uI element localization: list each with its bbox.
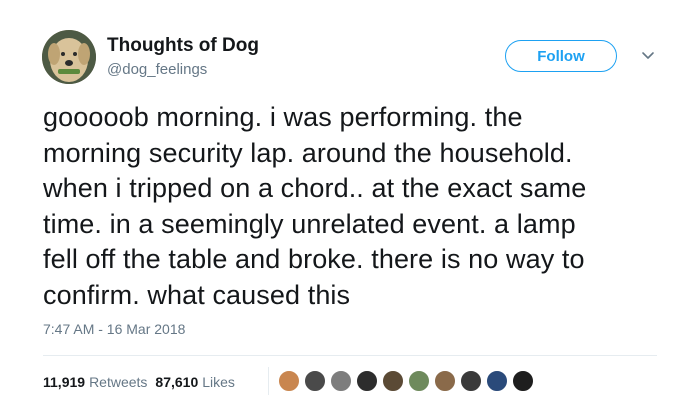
liker-avatar[interactable]	[330, 370, 352, 392]
liker-avatar[interactable]	[512, 370, 534, 392]
liker-avatar[interactable]	[382, 370, 404, 392]
tweet-stats: 11,919 Retweets 87,610 Likes	[43, 374, 243, 390]
liker-avatar[interactable]	[304, 370, 326, 392]
dog-avatar[interactable]	[42, 30, 96, 84]
like-stat[interactable]: 87,610 Likes	[155, 374, 235, 390]
like-label: Likes	[202, 374, 235, 390]
display-name[interactable]: Thoughts of Dog	[107, 35, 259, 57]
user-handle[interactable]: @dog_feelings	[107, 61, 207, 78]
liker-avatar[interactable]	[356, 370, 378, 392]
liker-avatar[interactable]	[278, 370, 300, 392]
chevron-down-icon[interactable]	[640, 48, 656, 64]
liker-avatar[interactable]	[434, 370, 456, 392]
stats-separator	[268, 367, 269, 395]
liker-avatar[interactable]	[460, 370, 482, 392]
retweet-count: 11,919	[43, 374, 86, 390]
liker-avatar[interactable]	[408, 370, 430, 392]
retweet-label: Retweets	[89, 374, 148, 390]
divider	[43, 355, 657, 356]
tweet-text: gooooob morning. i was performing. the m…	[43, 102, 587, 310]
liker-avatar[interactable]	[486, 370, 508, 392]
tweet-timestamp[interactable]: 7:47 AM - 16 Mar 2018	[43, 321, 185, 337]
dog-avatar-icon	[42, 30, 96, 84]
liker-avatars	[278, 370, 538, 392]
retweet-stat[interactable]: 11,919 Retweets	[43, 374, 147, 390]
follow-button[interactable]: Follow	[505, 40, 617, 72]
like-count: 87,610	[155, 374, 199, 390]
